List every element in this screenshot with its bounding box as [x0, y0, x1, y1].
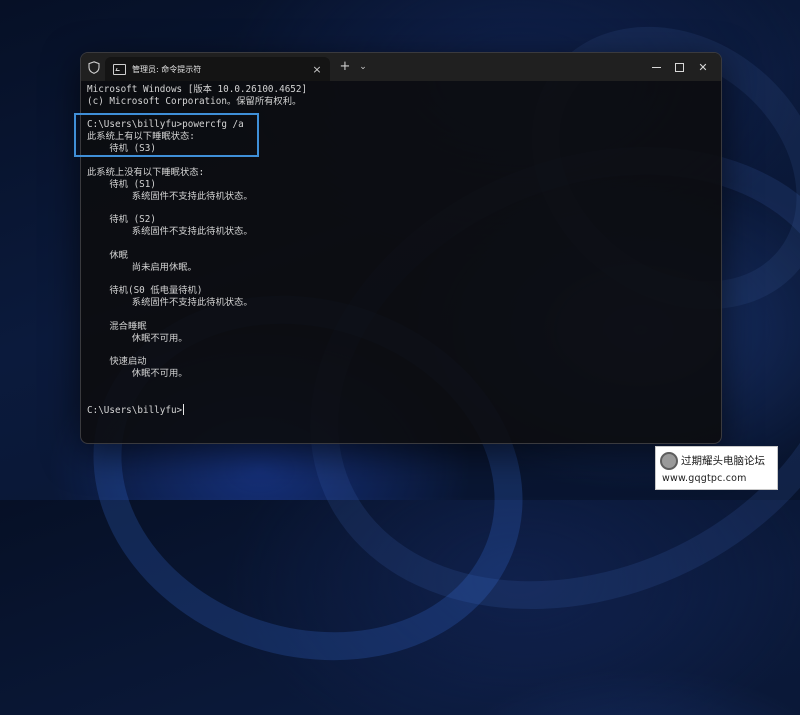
console-line: 系统固件不支持此待机状态。: [87, 226, 253, 237]
title-bar[interactable]: 管理员: 命令提示符 × + ⌄ ✕: [81, 53, 721, 81]
site-watermark: 过期耀头电脑论坛 www.gqgtpc.com: [655, 446, 778, 490]
tab-title: 管理员: 命令提示符: [132, 64, 202, 74]
console-line: 此系统上没有以下睡眠状态:: [87, 167, 205, 178]
watermark-url: www.gqgtpc.com: [662, 473, 747, 484]
console-line: 休眠: [87, 250, 128, 261]
console-line: 待机(S0 低电量待机): [87, 285, 203, 296]
tab-command-prompt[interactable]: 管理员: 命令提示符 ×: [105, 57, 330, 81]
terminal-icon: [113, 63, 126, 75]
tab-close-icon[interactable]: ×: [310, 63, 324, 76]
prompt-line[interactable]: C:\Users\billyfu>: [87, 404, 185, 416]
watermark-logo-icon: [660, 452, 678, 470]
admin-shield-icon[interactable]: [86, 59, 102, 75]
close-icon: ✕: [698, 60, 708, 74]
terminal-window: 管理员: 命令提示符 × + ⌄ ✕ Microsoft Windows [版本…: [80, 52, 722, 444]
console-line: Microsoft Windows [版本 10.0.26100.4652]: [87, 84, 308, 95]
console-line: 待机 (S2): [87, 214, 156, 225]
tab-dropdown-button[interactable]: ⌄: [354, 58, 372, 76]
highlight-box: [74, 113, 259, 157]
console-line: 快速启动: [87, 356, 147, 367]
console-line: (c) Microsoft Corporation。保留所有权利。: [87, 96, 302, 107]
new-tab-button[interactable]: +: [336, 58, 354, 76]
prompt-text: C:\Users\billyfu>: [87, 405, 183, 416]
console-line: 休眠不可用。: [87, 333, 188, 344]
console-line: 系统固件不支持此待机状态。: [87, 297, 253, 308]
console-line: 待机 (S1): [87, 179, 156, 190]
console-line: 休眠不可用。: [87, 368, 188, 379]
text-cursor: [183, 404, 185, 415]
console-line: 混合睡眠: [87, 321, 147, 332]
close-button[interactable]: ✕: [683, 53, 721, 81]
console-line: 尚未启用休眠。: [87, 262, 197, 273]
watermark-text: 过期耀头电脑论坛: [681, 455, 765, 467]
console-line: 系统固件不支持此待机状态。: [87, 191, 253, 202]
